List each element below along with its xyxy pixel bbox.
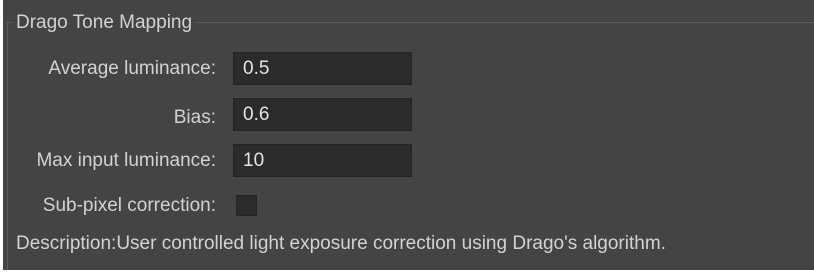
max-input-luminance-input[interactable]: [233, 144, 412, 177]
bias-label: Bias:: [173, 107, 216, 128]
sub-pixel-correction-checkbox[interactable]: [236, 195, 257, 216]
average-luminance-label: Average luminance:: [48, 58, 216, 79]
sub-pixel-correction-label: Sub-pixel correction:: [42, 195, 216, 216]
average-luminance-input[interactable]: [233, 52, 412, 85]
group-title: Drago Tone Mapping: [13, 12, 196, 34]
max-input-luminance-label: Max input luminance:: [36, 150, 216, 171]
description-text: Description:User controlled light exposu…: [16, 233, 666, 254]
bias-input[interactable]: [233, 98, 412, 131]
drago-tone-mapping-panel: Drago Tone Mapping Average luminance: Bi…: [3, 0, 814, 270]
